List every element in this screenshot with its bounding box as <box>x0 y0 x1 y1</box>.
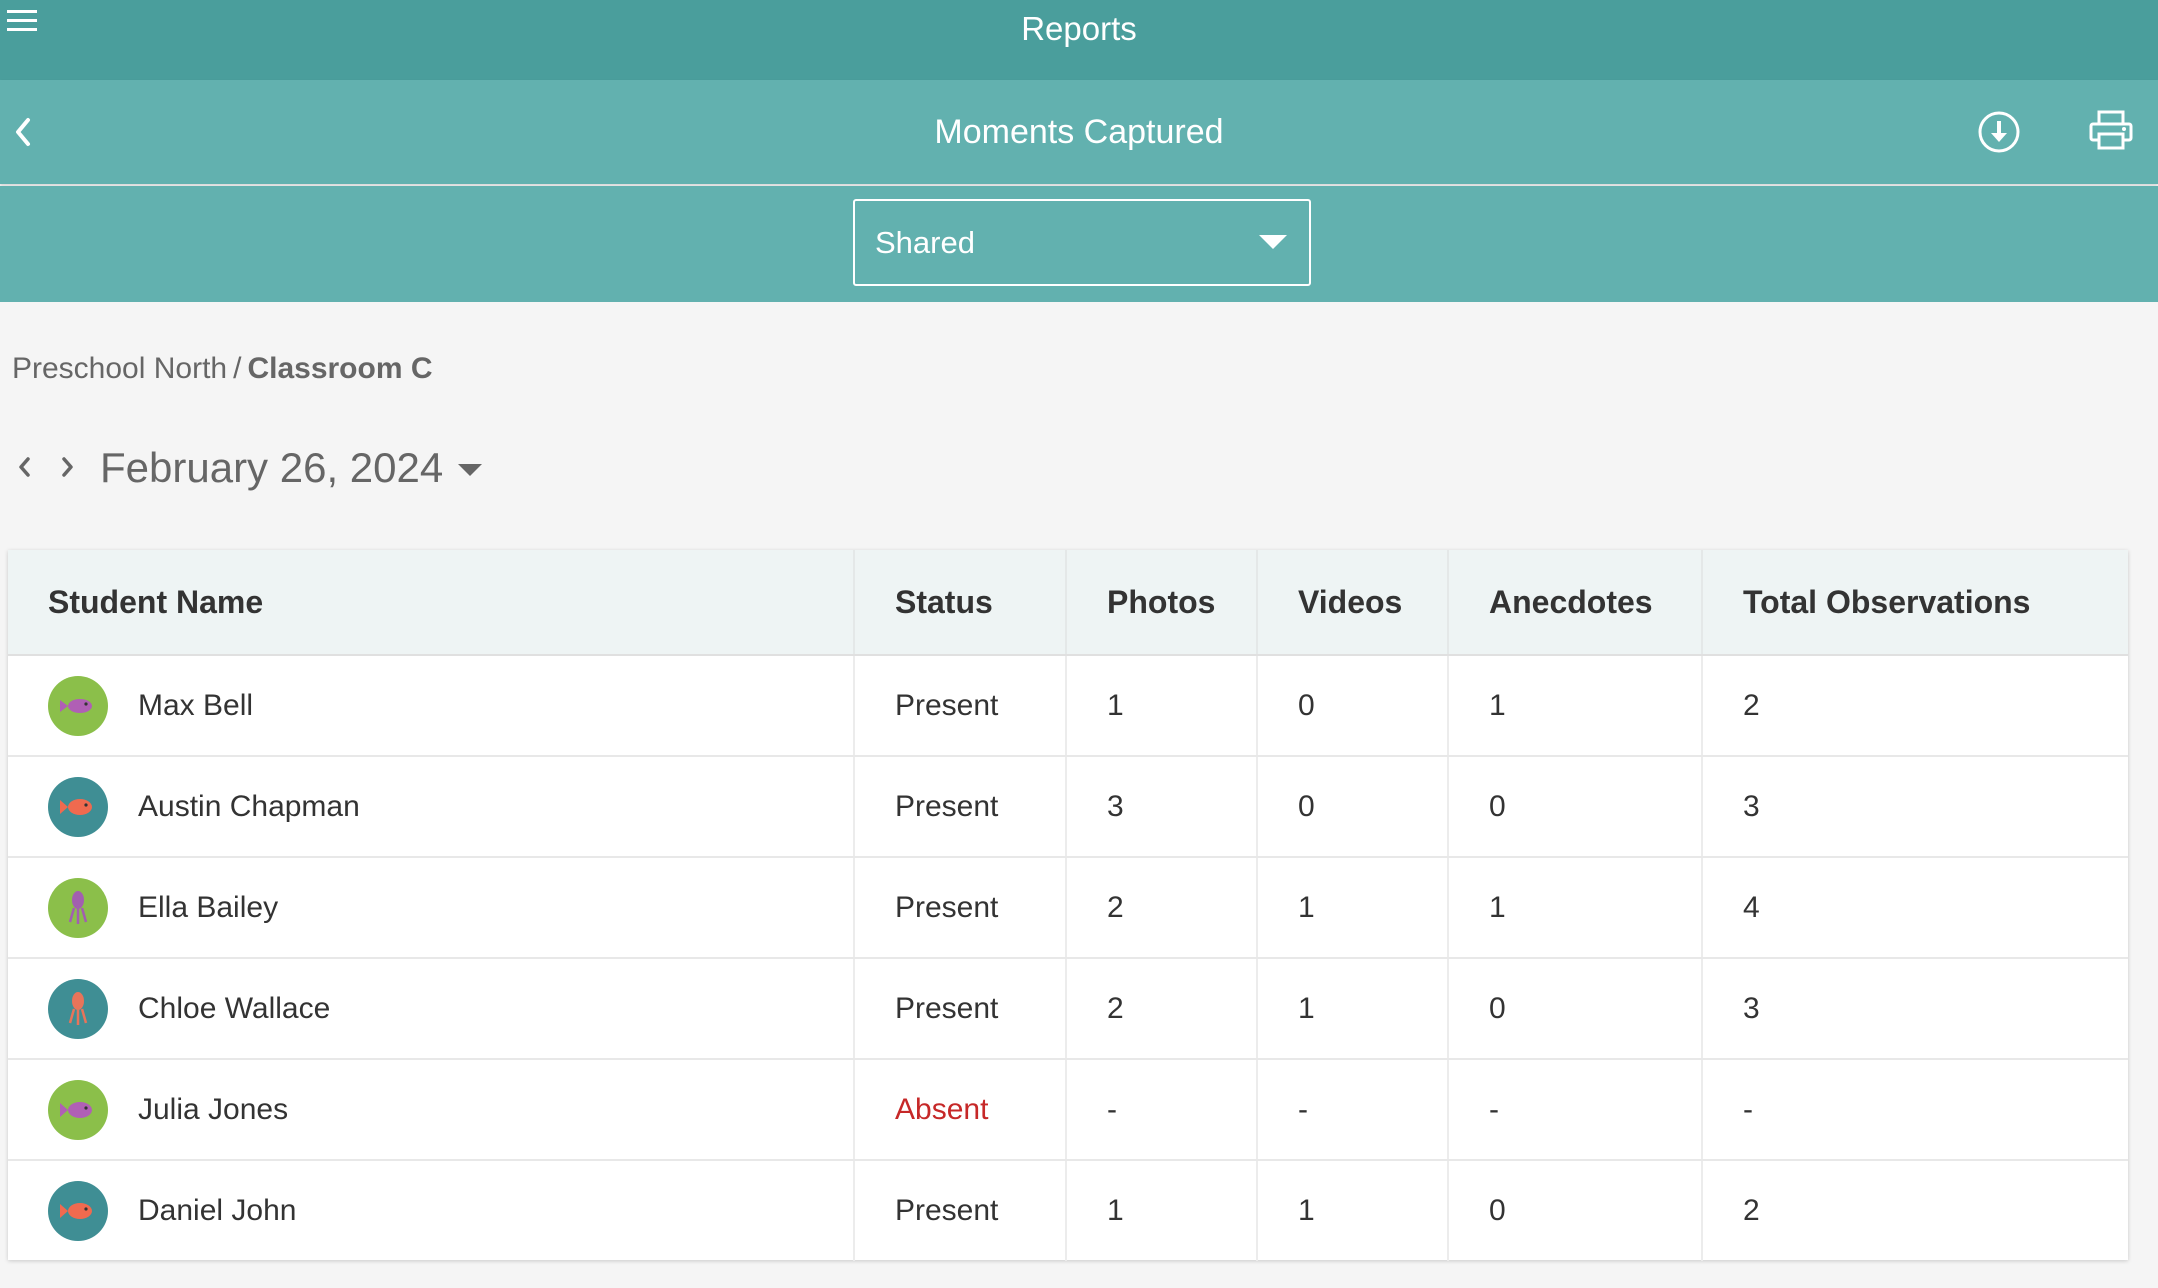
videos-cell: 0 <box>1257 756 1449 858</box>
fish-avatar-icon <box>48 1080 108 1140</box>
fish-avatar-icon <box>48 777 108 837</box>
total-observations-cell: 3 <box>1702 958 2128 1060</box>
student-name-cell: Ella Bailey <box>8 857 855 959</box>
anecdotes-cell: 0 <box>1448 958 1703 1060</box>
share-filter-dropdown[interactable]: Shared <box>853 199 1311 286</box>
photos-cell: 2 <box>1066 857 1258 959</box>
squid-avatar-icon <box>48 979 108 1039</box>
printer-icon[interactable] <box>2088 108 2134 154</box>
download-icon[interactable] <box>1976 109 2022 155</box>
anecdotes-cell: 0 <box>1448 1160 1703 1261</box>
student-name-cell: Chloe Wallace <box>8 958 855 1060</box>
status-cell: Present <box>854 958 1067 1060</box>
caret-down-icon <box>1259 235 1287 249</box>
breadcrumb: Preschool North / Classroom C <box>12 352 433 386</box>
table-row[interactable]: Austin Chapman Present 3 0 0 3 <box>8 756 2128 858</box>
student-name-cell: Max Bell <box>8 655 855 757</box>
table-row[interactable]: Julia Jones Absent - - - - <box>8 1059 2128 1161</box>
total-observations-cell: - <box>1702 1059 2128 1161</box>
filter-bar: Shared <box>0 186 2158 302</box>
anecdotes-cell: 0 <box>1448 756 1703 858</box>
table-row[interactable]: Ella Bailey Present 2 1 1 4 <box>8 857 2128 959</box>
status-cell: Present <box>854 1160 1067 1261</box>
total-observations-cell: 2 <box>1743 1194 1760 1227</box>
student-name[interactable]: Max Bell <box>138 689 253 722</box>
videos-cell: 1 <box>1257 958 1449 1060</box>
fish-avatar-icon <box>48 676 108 736</box>
photos-cell: 1 <box>1066 655 1258 757</box>
date-dropdown-icon[interactable] <box>458 464 482 476</box>
table-header-row: Student Name Status Photos Videos Anecdo… <box>8 550 2128 656</box>
selected-date[interactable]: February 26, 2024 <box>100 438 443 498</box>
photos-cell: - <box>1066 1059 1258 1161</box>
header-anecdotes[interactable]: Anecdotes <box>1448 550 1703 656</box>
breadcrumb-current: Classroom C <box>247 352 433 385</box>
videos-cell: 0 <box>1257 655 1449 757</box>
total-observations-cell: 4 <box>1702 857 2128 959</box>
photos-cell: 1 <box>1066 1160 1258 1261</box>
student-name-cell: Julia Jones <box>8 1059 855 1161</box>
previous-date-icon[interactable] <box>12 452 38 482</box>
status-cell: Present <box>854 857 1067 959</box>
status-cell: Absent <box>854 1059 1067 1161</box>
table-row[interactable]: Chloe Wallace Present 2 1 0 3 <box>8 958 2128 1060</box>
report-header: Moments Captured <box>0 80 2158 184</box>
share-filter-value: Shared <box>875 225 975 260</box>
videos-cell: - <box>1257 1059 1449 1161</box>
status-cell: Present <box>854 756 1067 858</box>
student-name[interactable]: Ella Bailey <box>138 891 278 924</box>
header-student-name[interactable]: Student Name <box>8 550 855 656</box>
total-observations-cell: 2 <box>1702 655 2128 757</box>
table-row[interactable]: Daniel John Present 1 1 0 2 <box>8 1160 2128 1261</box>
videos-cell: 1 <box>1257 1160 1449 1261</box>
photos-cell: 3 <box>1066 756 1258 858</box>
status-cell: Present <box>854 655 1067 757</box>
anecdotes-cell: 1 <box>1448 857 1703 959</box>
squid-avatar-icon <box>48 878 108 938</box>
breadcrumb-parent[interactable]: Preschool North <box>12 352 227 385</box>
student-name-cell: Austin Chapman <box>8 756 855 858</box>
observations-table: Student Name Status Photos Videos Anecdo… <box>8 550 2128 1261</box>
header-videos[interactable]: Videos <box>1257 550 1449 656</box>
fish-avatar-icon <box>48 1181 108 1241</box>
next-date-icon[interactable] <box>54 452 80 482</box>
student-name[interactable]: Julia Jones <box>138 1093 288 1126</box>
photos-cell: 2 <box>1066 958 1258 1060</box>
header-total-observations[interactable]: Total Observations <box>1702 550 2128 656</box>
header-status[interactable]: Status <box>854 550 1067 656</box>
anecdotes-cell: - <box>1448 1059 1703 1161</box>
breadcrumb-separator: / <box>233 352 242 385</box>
videos-cell: 1 <box>1257 857 1449 959</box>
student-name[interactable]: Austin Chapman <box>138 790 360 823</box>
student-name-cell: Daniel John <box>8 1160 855 1261</box>
anecdotes-cell: 1 <box>1448 655 1703 757</box>
report-title: Moments Captured <box>934 113 1224 151</box>
table-row[interactable]: Max Bell Present 1 0 1 2 <box>8 655 2128 757</box>
student-name[interactable]: Chloe Wallace <box>138 992 330 1025</box>
app-title: Reports <box>1021 10 1137 47</box>
header-photos[interactable]: Photos <box>1066 550 1258 656</box>
app-bar: Reports <box>0 0 2158 80</box>
total-observations-cell: 3 <box>1702 756 2128 858</box>
student-name[interactable]: Daniel John <box>138 1194 296 1227</box>
